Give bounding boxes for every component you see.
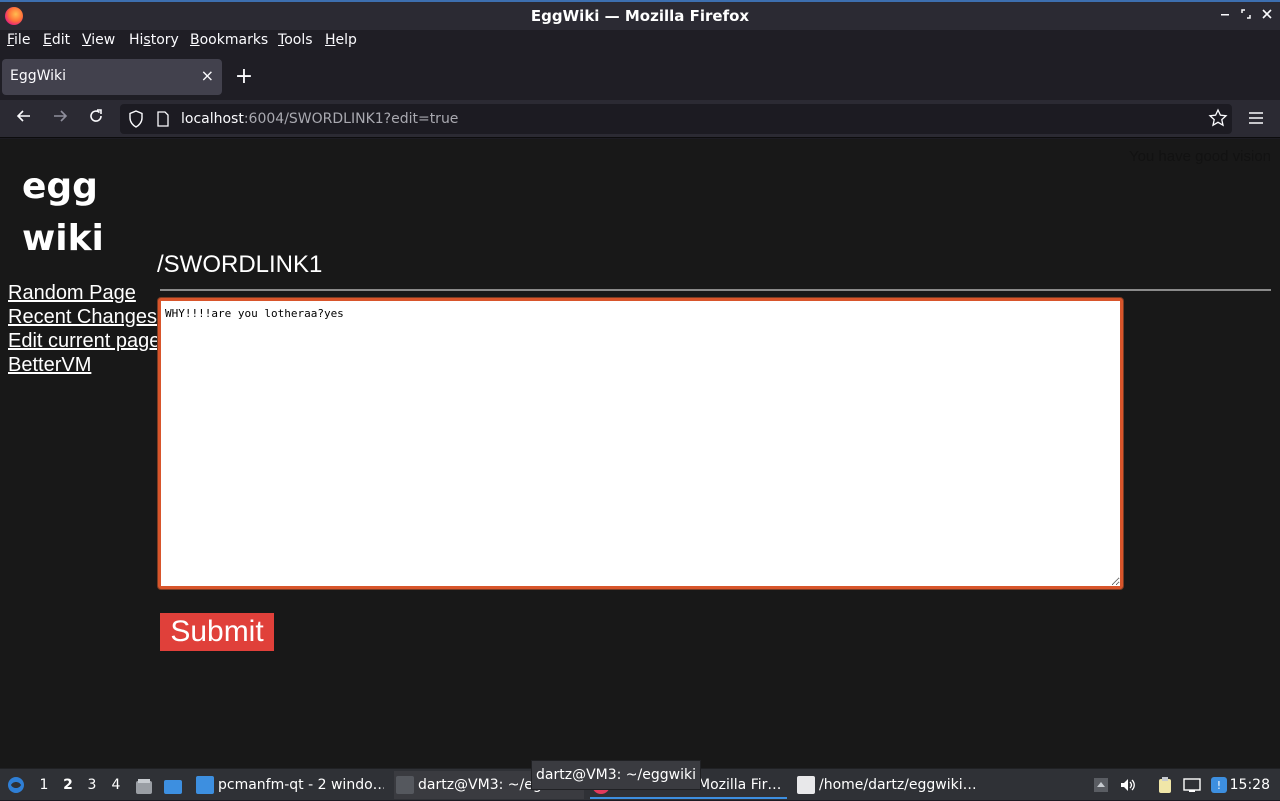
task-text-editor[interactable]: /home/dartz/eggwiki… (795, 771, 985, 799)
tab-eggwiki[interactable]: EggWiki × (2, 59, 222, 95)
page-title: /SWORDLINK1 (157, 251, 323, 278)
logo-line-wiki: wiki (22, 218, 104, 259)
workspace-4[interactable]: 4 (106, 769, 126, 801)
workspace-2[interactable]: 2 (58, 769, 78, 801)
text-editor-icon (797, 776, 815, 794)
workspace-3[interactable]: 3 (82, 769, 102, 801)
window-title: EggWiki — Mozilla Firefox (530, 7, 750, 25)
url-text[interactable]: localhost:6004/SWORDLINK1?edit=true (181, 111, 458, 127)
taskbar-tooltip: dartz@VM3: ~/eggwiki (531, 760, 701, 790)
start-menu-icon[interactable] (6, 775, 26, 795)
url-host: localhost (181, 111, 244, 127)
network-icon[interactable] (1183, 776, 1201, 794)
hidden-message: You have good vision (1128, 148, 1271, 165)
minimize-icon[interactable] (1218, 8, 1232, 24)
page-editor-textarea[interactable]: WHY!!!!are you lotheraa?yes (158, 298, 1123, 589)
tracking-protection-shield-icon[interactable] (128, 110, 144, 132)
task-label: pcmanfm-qt - 2 windo… (218, 777, 384, 793)
maximize-icon[interactable] (1239, 8, 1253, 24)
close-window-icon[interactable] (1260, 8, 1274, 24)
tray-up-arrow-icon[interactable] (1092, 776, 1110, 794)
heading-divider (160, 289, 1271, 291)
url-path: :6004/SWORDLINK1?edit=true (243, 111, 459, 127)
new-tab-button[interactable]: + (232, 66, 256, 90)
clock[interactable]: 15:28 (1230, 769, 1270, 801)
page-content: You have good vision egg wiki Random Pag… (0, 139, 1280, 768)
desktop-launcher-icon[interactable] (163, 776, 183, 794)
tab-close-icon[interactable]: × (201, 66, 214, 85)
sidebar-nav: Random Page Recent Changes Edit current … (8, 281, 160, 377)
site-logo[interactable]: egg wiki (22, 161, 104, 265)
menu-bar: File Edit View History Bookmarks Tools H… (0, 30, 1280, 54)
back-icon[interactable] (12, 107, 36, 131)
update-notifier-icon[interactable]: ! (1210, 776, 1228, 794)
folder-icon (196, 776, 214, 794)
file-manager-launcher-icon[interactable] (135, 776, 153, 794)
menu-edit[interactable]: Edit (43, 32, 70, 48)
task-pcmanfm[interactable]: pcmanfm-qt - 2 windo… (194, 771, 384, 799)
volume-icon[interactable] (1119, 776, 1137, 794)
tab-title: EggWiki (10, 68, 67, 84)
terminal-icon (396, 776, 414, 794)
menu-tools[interactable]: Tools (278, 32, 313, 48)
nav-random-page[interactable]: Random Page (8, 281, 160, 305)
menu-view[interactable]: View (82, 32, 115, 48)
menu-bookmarks[interactable]: Bookmarks (190, 32, 268, 48)
page-info-icon[interactable] (156, 111, 170, 131)
clipboard-icon[interactable] (1156, 776, 1174, 794)
workspace-1[interactable]: 1 (34, 769, 54, 801)
nav-recent-changes[interactable]: Recent Changes (8, 305, 160, 329)
svg-text:!: ! (1217, 779, 1221, 792)
tab-strip: EggWiki × + (0, 54, 1280, 100)
task-label: /home/dartz/eggwiki… (819, 777, 977, 793)
nav-bettervm[interactable]: BetterVM (8, 353, 160, 377)
menu-file[interactable]: File (7, 32, 30, 48)
window-titlebar: EggWiki — Mozilla Firefox (0, 0, 1280, 30)
url-bar[interactable]: localhost:6004/SWORDLINK1?edit=true (120, 104, 1232, 134)
app-menu-icon[interactable] (1246, 108, 1266, 132)
forward-icon[interactable] (48, 107, 72, 131)
menu-help[interactable]: Help (325, 32, 357, 48)
menu-history[interactable]: History (129, 32, 179, 48)
submit-button[interactable]: Submit (160, 613, 274, 651)
nav-edit-current-page[interactable]: Edit current page (8, 329, 160, 353)
logo-line-egg: egg (22, 166, 98, 207)
navigation-toolbar: localhost:6004/SWORDLINK1?edit=true (0, 100, 1280, 138)
bookmark-star-icon[interactable] (1208, 108, 1228, 132)
reload-icon[interactable] (84, 107, 108, 131)
